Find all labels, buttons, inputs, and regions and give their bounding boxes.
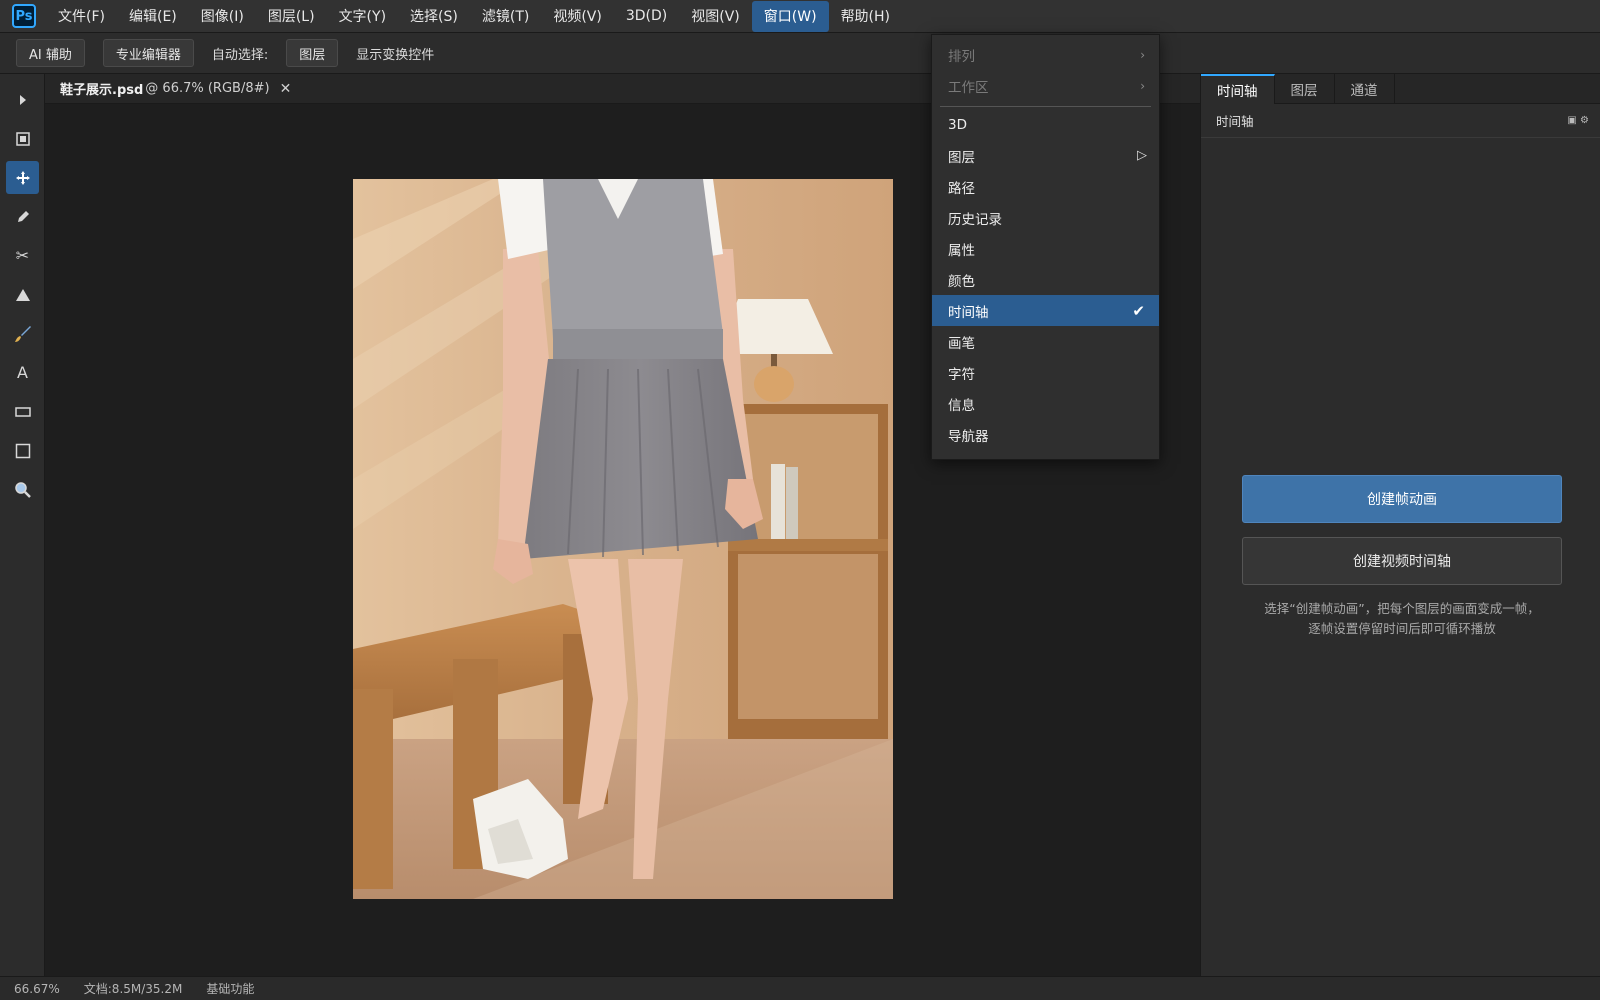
auto-select-label: 自动选择:	[211, 47, 269, 63]
tab-channels[interactable]: 通道	[1335, 74, 1395, 104]
menu-3d[interactable]: 3D(D)	[614, 1, 679, 32]
document-info: @ 66.7% (RGB/8#)	[145, 81, 270, 96]
timeline-title: 时间轴	[1216, 114, 1254, 129]
menu-item-workspace-label: 工作区	[948, 79, 989, 96]
menu-item-timeline-label: 时间轴	[948, 304, 989, 321]
photoshop-logo-icon[interactable]: Ps	[12, 4, 36, 28]
create-video-timeline-button[interactable]: 创建视频时间轴	[1242, 537, 1562, 585]
menu-item-paths[interactable]: 路径	[932, 171, 1159, 202]
status-bar: 66.67% 文档:8.5M/35.2M 基础功能	[0, 976, 1600, 1000]
menu-item-3d-label: 3D	[948, 116, 967, 133]
timeline-hint-line-1: 选择“创建帧动画”，把每个图层的画面变成一帧，	[1264, 601, 1540, 616]
menu-item-history-label: 历史记录	[948, 211, 1002, 228]
show-transform-controls-toggle[interactable]: 显示变换控件	[356, 44, 434, 63]
menu-select[interactable]: 选择(S)	[398, 1, 470, 32]
tools-panel: ✂ A	[0, 74, 45, 976]
menu-item-character[interactable]: 字符	[932, 357, 1159, 388]
menu-item-info[interactable]: 信息	[932, 388, 1159, 419]
timeline-panel: 时间轴 图层 通道 时间轴 ▣ ⚙ 创建帧动画 创建视频时间轴 选择“创建帧动画…	[1200, 74, 1600, 976]
menu-item-layers-label: 图层	[948, 149, 975, 166]
menu-item-color[interactable]: 颜色	[932, 264, 1159, 295]
menu-item-timeline[interactable]: 时间轴 ✔	[932, 295, 1159, 326]
menu-file[interactable]: 文件(F)	[46, 1, 117, 32]
zoom-level[interactable]: 66.67%	[14, 982, 60, 996]
menu-video[interactable]: 视频(V)	[541, 1, 614, 32]
timeline-hint-line-2: 逐帧设置停留时间后即可循环播放	[1308, 621, 1496, 636]
document-size: 文档:8.5M/35.2M	[83, 982, 183, 996]
square-icon[interactable]	[6, 434, 39, 467]
menu-window[interactable]: 窗口(W)	[751, 0, 829, 32]
menu-image[interactable]: 图像(I)	[189, 1, 256, 32]
window-menu-dropdown: 排列 › 工作区 › 3D 图层 ▷ 路径 历史记录 属性 颜色 时间轴 ✔ 画…	[931, 34, 1160, 460]
tab-timeline[interactable]: 时间轴	[1201, 74, 1275, 104]
menu-edit[interactable]: 编辑(E)	[117, 1, 189, 32]
rectangle-icon[interactable]	[6, 395, 39, 428]
close-document-icon[interactable]: ✕	[280, 81, 292, 97]
menu-view[interactable]: 视图(V)	[679, 1, 752, 32]
options-bar: AI 辅助 专业编辑器 自动选择: 图层 显示变换控件	[0, 33, 1600, 74]
menu-item-character-label: 字符	[948, 366, 975, 383]
menu-item-arrange-label: 排列	[948, 48, 975, 65]
panel-menu-icon[interactable]: ▣ ⚙	[1567, 115, 1589, 126]
menu-item-navigator-label: 导航器	[948, 428, 989, 445]
zoom-icon[interactable]	[6, 473, 39, 506]
pencil-icon[interactable]	[6, 200, 39, 233]
menu-item-info-label: 信息	[948, 397, 975, 414]
move-selection-arrow-icon[interactable]	[6, 83, 39, 116]
brush-icon[interactable]	[6, 317, 39, 350]
menu-layer[interactable]: 图层(L)	[256, 1, 327, 32]
timeline-hint: 选择“创建帧动画”，把每个图层的画面变成一帧， 逐帧设置停留时间后即可循环播放	[1221, 599, 1583, 639]
document-filename: 鞋子展示.psd	[60, 83, 144, 98]
ai-assist-button[interactable]: AI 辅助	[16, 39, 85, 67]
chevron-right-icon: ›	[1140, 78, 1145, 93]
triangle-shape-icon[interactable]	[6, 278, 39, 311]
text-icon[interactable]: A	[6, 356, 39, 389]
submenu-triangle-icon: ▷	[1137, 148, 1147, 163]
menu-filter[interactable]: 滤镜(T)	[470, 1, 541, 32]
scissors-icon[interactable]: ✂	[6, 239, 39, 272]
menu-item-layers[interactable]: 图层 ▷	[932, 140, 1159, 171]
pro-editor-button[interactable]: 专业编辑器	[102, 39, 194, 67]
chevron-right-icon: ›	[1140, 47, 1145, 62]
menu-item-arrange: 排列 ›	[932, 39, 1159, 70]
checkmark-icon: ✔	[1132, 301, 1145, 320]
menu-item-brush[interactable]: 画笔	[932, 326, 1159, 357]
menu-type[interactable]: 文字(Y)	[327, 1, 398, 32]
menubar: Ps 文件(F) 编辑(E) 图像(I) 图层(L) 文字(Y) 选择(S) 滤…	[0, 0, 1600, 33]
workspace-name: 基础功能	[206, 982, 255, 996]
move-tool-icon[interactable]	[6, 161, 39, 194]
timeline-header: 时间轴 ▣ ⚙	[1201, 104, 1600, 138]
tab-layers[interactable]: 图层	[1275, 74, 1335, 104]
menu-help[interactable]: 帮助(H)	[829, 1, 902, 32]
menu-separator	[940, 106, 1151, 107]
menu-item-navigator[interactable]: 导航器	[932, 419, 1159, 450]
menu-item-3d[interactable]: 3D	[932, 109, 1159, 140]
panel-tabs: 时间轴 图层 通道	[1201, 74, 1600, 104]
document-photo[interactable]	[353, 179, 893, 899]
menu-item-paths-label: 路径	[948, 180, 975, 197]
menu-item-history[interactable]: 历史记录	[932, 202, 1159, 233]
create-frame-animation-button[interactable]: 创建帧动画	[1242, 475, 1562, 523]
menu-item-workspace: 工作区 ›	[932, 70, 1159, 101]
menu-item-properties[interactable]: 属性	[932, 233, 1159, 264]
marquee-icon[interactable]	[6, 122, 39, 155]
menu-item-properties-label: 属性	[948, 242, 975, 259]
auto-select-layer-button[interactable]: 图层	[286, 39, 339, 67]
menu-item-brush-label: 画笔	[948, 335, 975, 352]
menu-item-color-label: 颜色	[948, 273, 975, 290]
